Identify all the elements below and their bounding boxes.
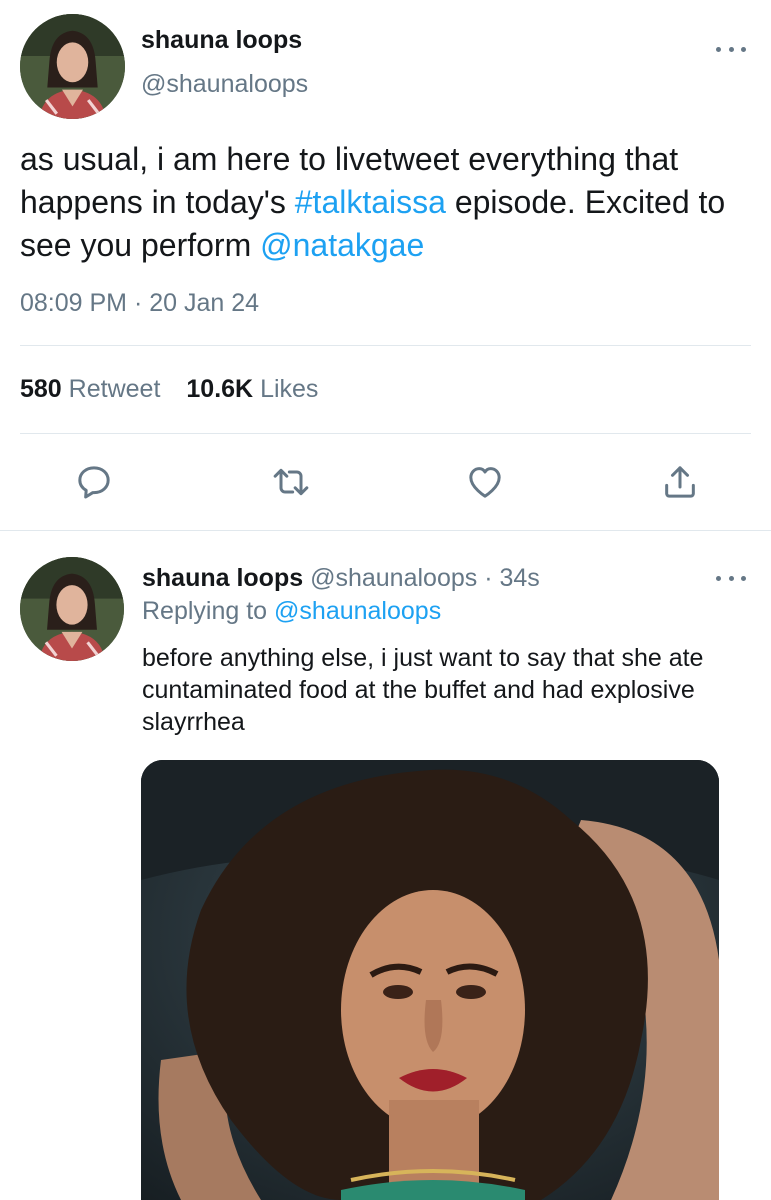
avatar[interactable] — [20, 557, 124, 661]
reply-time[interactable]: 34s — [499, 564, 539, 592]
comment-icon — [78, 466, 110, 499]
divider — [20, 345, 751, 346]
replying-to-label: Replying to — [142, 597, 268, 625]
reply-author-name[interactable]: shauna loops — [142, 564, 303, 592]
tweet-timestamp[interactable]: 08:09 PM · 20 Jan 24 — [20, 289, 259, 318]
heart-icon — [469, 467, 501, 498]
media-photo[interactable] — [141, 760, 719, 1200]
author-name[interactable]: shauna loops — [141, 26, 302, 55]
more-options-icon[interactable] — [716, 42, 746, 56]
hashtag-link[interactable]: #talktaissa — [295, 184, 446, 220]
more-options-icon[interactable] — [716, 571, 746, 585]
retweet-button[interactable] — [271, 462, 311, 502]
tweet-separator — [0, 530, 771, 531]
share-button[interactable] — [660, 462, 700, 502]
tweet-stats: 580 Retweet 10.6K Likes — [20, 375, 318, 404]
share-icon — [665, 466, 695, 498]
retweet-icon — [273, 468, 309, 496]
likes-label[interactable]: Likes — [260, 375, 318, 403]
author-handle[interactable]: @shaunaloops — [141, 70, 308, 99]
reply-button[interactable] — [74, 462, 114, 502]
like-button[interactable] — [465, 462, 505, 502]
reply-text: before anything else, i just want to say… — [142, 644, 704, 736]
retweet-label[interactable]: Retweet — [69, 375, 161, 403]
reply-header: shauna loops @shaunaloops · 34s — [142, 564, 540, 592]
tweet-text: as usual, i am here to livetweet everyth… — [20, 138, 760, 267]
replying-to-mention[interactable]: @shaunaloops — [274, 597, 441, 625]
retweet-count[interactable]: 580 — [20, 375, 62, 403]
replying-to: Replying to @shaunaloops — [142, 597, 441, 626]
avatar[interactable] — [20, 14, 125, 119]
mention-link[interactable]: @natakgae — [260, 227, 424, 263]
likes-count[interactable]: 10.6K — [186, 375, 253, 403]
main-tweet: shauna loops @shaunaloops as usual, i am… — [0, 0, 771, 530]
divider — [20, 433, 751, 434]
reply-author-handle[interactable]: @shaunaloops — [310, 564, 477, 592]
